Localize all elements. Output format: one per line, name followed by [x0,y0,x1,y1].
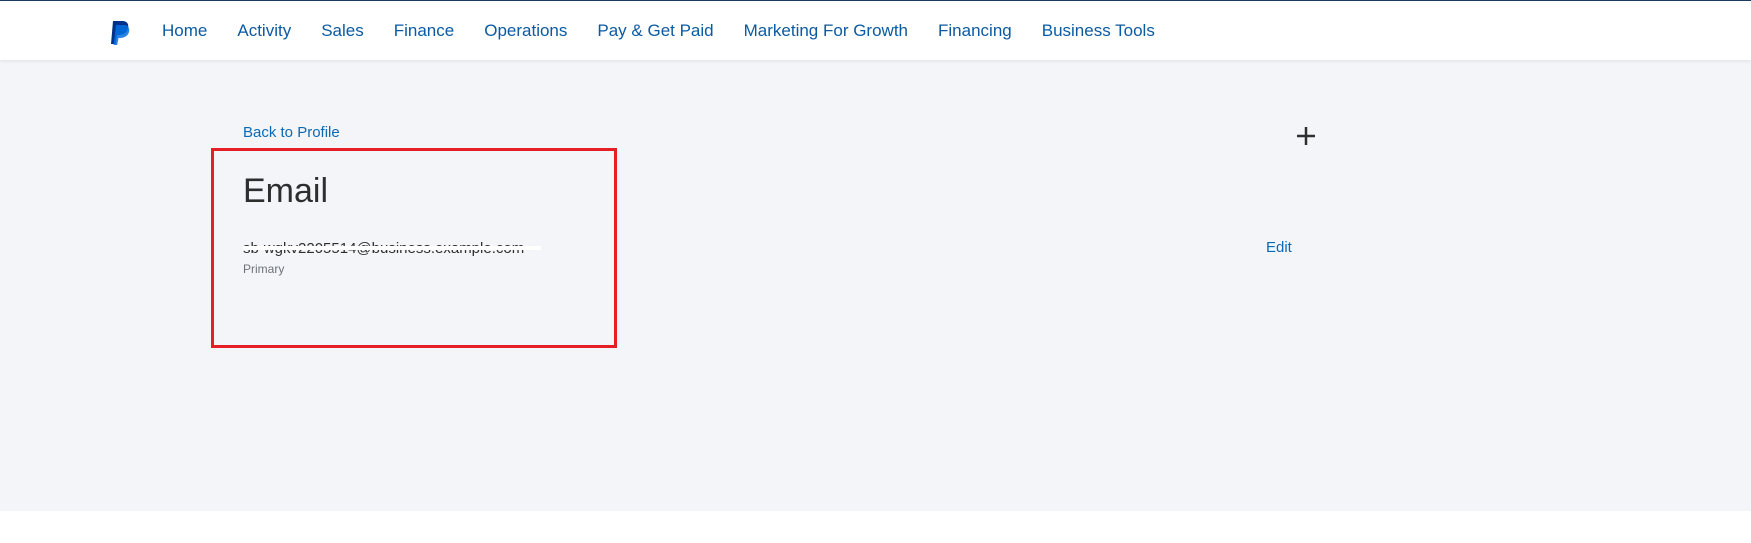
nav-finance[interactable]: Finance [394,1,454,61]
nav-marketing-for-growth[interactable]: Marketing For Growth [744,1,908,61]
footer [0,511,1751,543]
page-title: Email [243,172,329,210]
plus-icon[interactable] [1294,124,1318,148]
main-content: Back to Profile Email sb-wgkv2205514@bus… [0,60,1751,511]
nav-business-tools[interactable]: Business Tools [1042,1,1155,61]
nav-home[interactable]: Home [162,1,207,61]
nav-activity[interactable]: Activity [237,1,291,61]
paypal-logo-icon[interactable] [109,20,131,46]
nav-pay-get-paid[interactable]: Pay & Get Paid [597,1,713,61]
back-to-profile-link[interactable]: Back to Profile [243,124,340,141]
top-navigation-bar: Home Activity Sales Finance Operations P… [0,0,1751,60]
nav-operations[interactable]: Operations [484,1,567,61]
main-nav: Home Activity Sales Finance Operations P… [162,1,1185,61]
edit-email-link[interactable]: Edit [1266,239,1292,256]
email-status-label: Primary [243,262,285,276]
nav-financing[interactable]: Financing [938,1,1012,61]
redaction-mask [243,246,541,250]
nav-sales[interactable]: Sales [321,1,364,61]
